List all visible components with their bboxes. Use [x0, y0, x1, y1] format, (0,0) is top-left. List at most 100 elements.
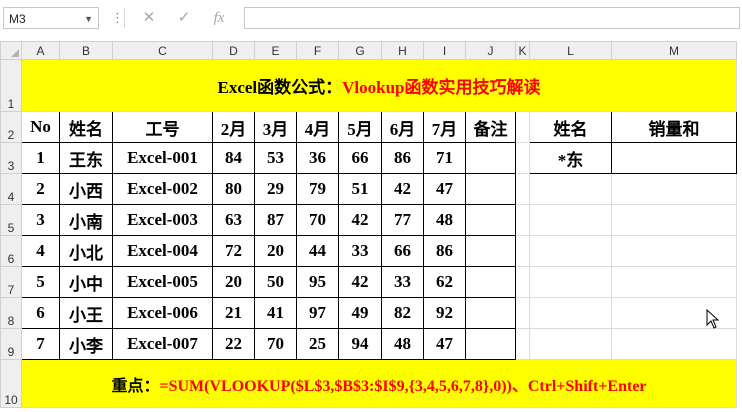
cell-feb[interactable]: 22 — [212, 328, 255, 360]
cell-jul[interactable]: 71 — [423, 142, 466, 174]
cell-apr[interactable]: 97 — [296, 297, 339, 329]
cell-jul[interactable]: 47 — [423, 173, 466, 205]
header-cell[interactable]: No — [21, 111, 60, 143]
cell-mar[interactable]: 41 — [254, 297, 297, 329]
cell-name[interactable]: 小西 — [59, 173, 113, 205]
cell-feb[interactable]: 72 — [212, 235, 255, 267]
cell-may[interactable]: 42 — [338, 204, 382, 236]
cell-feb[interactable]: 80 — [212, 173, 255, 205]
cell[interactable] — [529, 328, 612, 360]
cell-apr[interactable]: 95 — [296, 266, 339, 298]
insert-function-icon[interactable]: fx — [207, 7, 231, 29]
cell-note[interactable] — [465, 173, 516, 205]
column-header-g[interactable]: G — [338, 41, 382, 60]
cell-may[interactable]: 49 — [338, 297, 382, 329]
cell-id[interactable]: Excel-002 — [112, 173, 213, 205]
cell-no[interactable]: 6 — [21, 297, 60, 329]
cell-may[interactable]: 42 — [338, 266, 382, 298]
column-header-l[interactable]: L — [529, 41, 612, 60]
title-cell[interactable]: Excel函数公式：Vlookup函数实用技巧解读 — [21, 59, 737, 112]
row-header-10[interactable]: 10 — [0, 359, 22, 408]
row-header-7[interactable]: 7 — [0, 266, 22, 298]
column-header-a[interactable]: A — [21, 41, 60, 60]
cell-note[interactable] — [465, 142, 516, 174]
cell-name[interactable]: 小南 — [59, 204, 113, 236]
footer-cell[interactable]: 重点：=SUM(VLOOKUP($L$3,$B$3:$I$9,{3,4,5,6,… — [21, 359, 737, 408]
header-cell[interactable]: 备注 — [465, 111, 516, 143]
cell-note[interactable] — [465, 297, 516, 329]
column-header-k[interactable]: K — [515, 41, 530, 60]
cell-id[interactable]: Excel-006 — [112, 297, 213, 329]
result-cell-m3[interactable] — [611, 142, 737, 174]
cell-name[interactable]: 小中 — [59, 266, 113, 298]
cell-name[interactable]: 小李 — [59, 328, 113, 360]
cell[interactable] — [611, 173, 737, 205]
cell-id[interactable]: Excel-004 — [112, 235, 213, 267]
header-cell[interactable]: 7月 — [423, 111, 466, 143]
cell[interactable] — [529, 266, 612, 298]
cell-jul[interactable]: 92 — [423, 297, 466, 329]
cell-jun[interactable]: 82 — [381, 297, 424, 329]
select-all-button[interactable] — [0, 41, 22, 60]
cell-may[interactable]: 66 — [338, 142, 382, 174]
cell[interactable] — [529, 173, 612, 205]
cancel-icon[interactable]: ✕ — [137, 7, 161, 29]
column-header-f[interactable]: F — [296, 41, 339, 60]
cell-mar[interactable]: 29 — [254, 173, 297, 205]
formula-input[interactable] — [244, 7, 740, 29]
cell-no[interactable]: 5 — [21, 266, 60, 298]
cell[interactable] — [515, 297, 530, 329]
cell[interactable] — [515, 142, 530, 174]
row-header-4[interactable]: 4 — [0, 173, 22, 205]
cell-mar[interactable]: 53 — [254, 142, 297, 174]
cell-name[interactable]: 王东 — [59, 142, 113, 174]
cell-mar[interactable]: 20 — [254, 235, 297, 267]
column-header-j[interactable]: J — [465, 41, 516, 60]
header-cell[interactable]: 3月 — [254, 111, 297, 143]
column-header-c[interactable]: C — [112, 41, 213, 60]
cell-jun[interactable]: 77 — [381, 204, 424, 236]
cell[interactable] — [515, 328, 530, 360]
cell-name[interactable]: 小北 — [59, 235, 113, 267]
row-header-5[interactable]: 5 — [0, 204, 22, 236]
drag-handle-icon[interactable]: ⋮ — [111, 8, 124, 28]
row-header-3[interactable]: 3 — [0, 142, 22, 174]
lookup-value-cell[interactable]: *东 — [529, 142, 612, 174]
cell-apr[interactable]: 70 — [296, 204, 339, 236]
cell-name[interactable]: 小王 — [59, 297, 113, 329]
cell[interactable] — [515, 173, 530, 205]
cell-apr[interactable]: 44 — [296, 235, 339, 267]
cell[interactable] — [529, 297, 612, 329]
cell-mar[interactable]: 50 — [254, 266, 297, 298]
cell-no[interactable]: 1 — [21, 142, 60, 174]
cell-id[interactable]: Excel-003 — [112, 204, 213, 236]
header-cell[interactable]: 5月 — [338, 111, 382, 143]
cell[interactable] — [529, 204, 612, 236]
row-header-2[interactable]: 2 — [0, 111, 22, 143]
cell-jul[interactable]: 86 — [423, 235, 466, 267]
cell-feb[interactable]: 21 — [212, 297, 255, 329]
cell-id[interactable]: Excel-005 — [112, 266, 213, 298]
cell[interactable] — [529, 235, 612, 267]
cell-may[interactable]: 94 — [338, 328, 382, 360]
cell-may[interactable]: 33 — [338, 235, 382, 267]
cell[interactable] — [515, 235, 530, 267]
cell-jun[interactable]: 48 — [381, 328, 424, 360]
cell-no[interactable]: 2 — [21, 173, 60, 205]
row-header-6[interactable]: 6 — [0, 235, 22, 267]
cell-jun[interactable]: 33 — [381, 266, 424, 298]
cell-jun[interactable]: 66 — [381, 235, 424, 267]
cell-apr[interactable]: 79 — [296, 173, 339, 205]
cell[interactable] — [611, 266, 737, 298]
cell-feb[interactable]: 63 — [212, 204, 255, 236]
cell-jun[interactable]: 86 — [381, 142, 424, 174]
header-cell[interactable]: 6月 — [381, 111, 424, 143]
cell[interactable] — [611, 204, 737, 236]
cell-feb[interactable]: 84 — [212, 142, 255, 174]
column-header-i[interactable]: I — [423, 41, 466, 60]
cell-note[interactable] — [465, 266, 516, 298]
cell-jun[interactable]: 42 — [381, 173, 424, 205]
cell-apr[interactable]: 25 — [296, 328, 339, 360]
cell-no[interactable]: 3 — [21, 204, 60, 236]
cell-no[interactable]: 4 — [21, 235, 60, 267]
